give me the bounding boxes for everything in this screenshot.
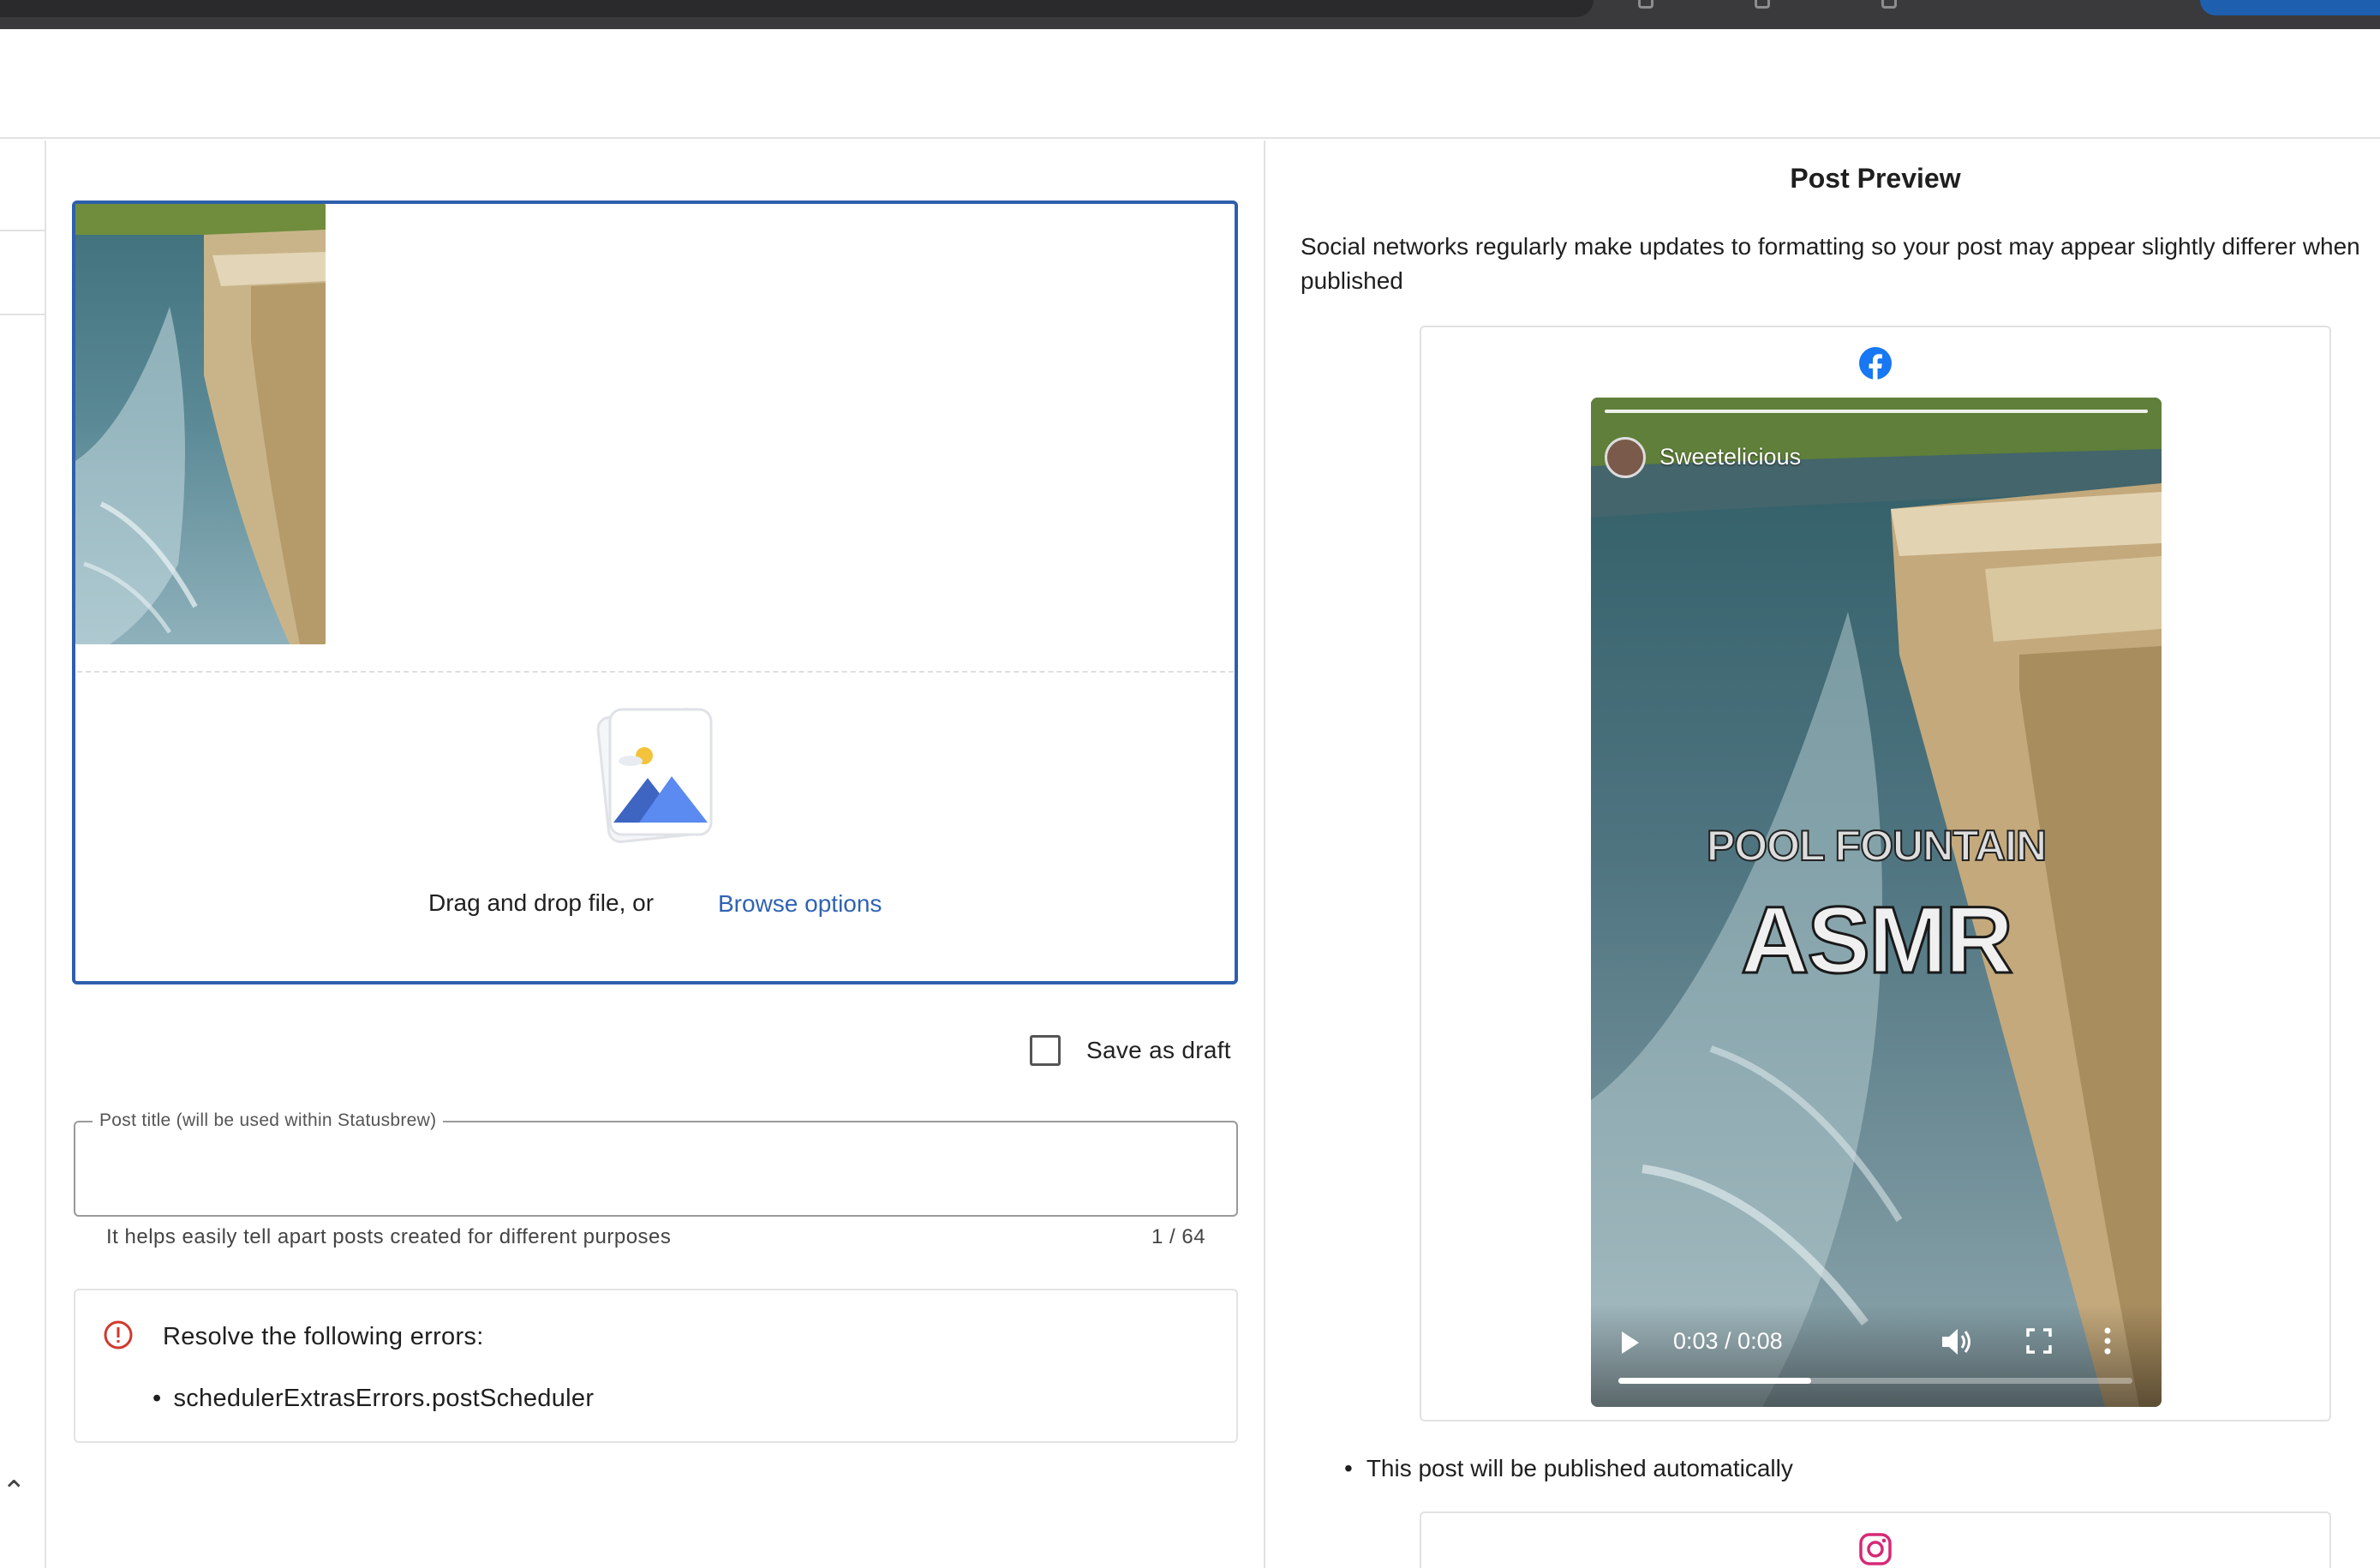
video-caption-small: POOL FOUNTAIN <box>1706 821 2048 871</box>
avatar <box>1605 437 1646 478</box>
profile-icon[interactable] <box>1881 0 1897 9</box>
browse-options-link[interactable]: Browse options <box>718 890 882 918</box>
image-upload-icon <box>595 703 721 848</box>
post-title-input[interactable] <box>96 1148 1210 1191</box>
video-progress-bar[interactable] <box>1618 1378 2132 1384</box>
chevron-up-icon[interactable]: ⌃ <box>2 1477 27 1506</box>
browser-action-button[interactable] <box>2200 0 2380 15</box>
facebook-icon <box>1858 346 1893 380</box>
extension-icon[interactable] <box>1638 0 1653 9</box>
save-draft-row[interactable]: Save as draft <box>1030 1033 1231 1068</box>
media-thumbnail[interactable] <box>75 204 326 644</box>
media-dropzone[interactable]: Drag and drop file, or Browse options <box>72 200 1238 984</box>
compose-panel: Drag and drop file, or Browse options Sa… <box>46 141 1265 1568</box>
video-preview[interactable]: Sweetelicious POOL FOUNTAIN ASMR 0:03 / … <box>1591 398 2162 1407</box>
video-controls: 0:03 / 0:08 <box>1591 1304 2162 1407</box>
post-title-helper: It helps easily tell apart posts created… <box>106 1225 672 1248</box>
play-icon[interactable] <box>1622 1332 1639 1354</box>
dropzone-divider <box>77 671 1234 673</box>
browser-address-area <box>0 0 1594 17</box>
video-progress-fill <box>1618 1378 1811 1384</box>
post-title-counter: 1 / 64 <box>1151 1225 1206 1248</box>
save-draft-label[interactable]: Save as draft <box>1086 1037 1231 1064</box>
app-header <box>0 29 2380 139</box>
error-title: Resolve the following errors: <box>163 1323 484 1350</box>
preview-title: Post Preview <box>1790 163 1961 194</box>
video-caption-large: ASMR <box>1740 887 2015 995</box>
save-draft-checkbox[interactable] <box>1030 1035 1061 1066</box>
browser-top-bar <box>0 0 2380 29</box>
facebook-preview-card: Sweetelicious POOL FOUNTAIN ASMR 0:03 / … <box>1420 326 2331 1421</box>
bookmark-icon[interactable] <box>1755 0 1770 9</box>
sidebar-divider <box>0 314 45 315</box>
error-panel: Resolve the following errors: schedulerE… <box>74 1289 1238 1443</box>
post-title-label: Post title (will be used within Statusbr… <box>93 1110 444 1131</box>
story-progress-bar <box>1605 410 2148 413</box>
preview-description: Social networks regularly make updates t… <box>1301 233 2360 294</box>
fullscreen-icon[interactable] <box>2026 1328 2052 1354</box>
sidebar-divider <box>0 230 45 231</box>
publish-note: This post will be published automaticall… <box>1344 1455 1793 1482</box>
story-account-name: Sweetelicious <box>1659 444 1802 470</box>
post-title-field[interactable]: Post title (will be used within Statusbr… <box>74 1110 1238 1217</box>
pool-fountain-image <box>75 204 326 644</box>
error-icon <box>103 1320 134 1350</box>
instagram-icon <box>1858 1532 1893 1566</box>
left-sidebar: ⌃ <box>0 141 46 1568</box>
preview-panel: Post Preview Social networks regularly m… <box>1267 141 2380 1568</box>
error-list-item: schedulerExtrasErrors.postScheduler <box>152 1385 594 1413</box>
instagram-preview-card <box>1420 1511 2331 1568</box>
dropzone-text: Drag and drop file, or <box>428 889 655 916</box>
video-time: 0:03 / 0:08 <box>1673 1328 1783 1354</box>
more-options-icon[interactable] <box>2103 1326 2112 1356</box>
volume-icon[interactable] <box>1940 1326 1975 1357</box>
